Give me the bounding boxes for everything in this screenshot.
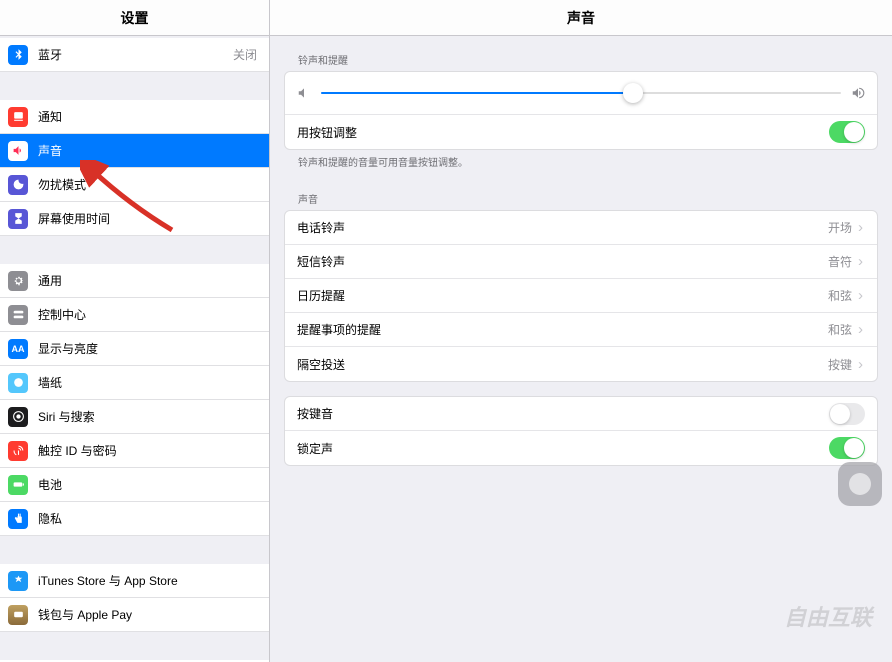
sidebar-item-switches[interactable]: 控制中心 (0, 298, 269, 332)
wallet-icon (8, 605, 28, 625)
setting-label: 日历提醒 (297, 287, 828, 304)
group-header: 铃声和提醒 (284, 46, 878, 71)
sidebar-item-label: 通用 (38, 272, 257, 289)
setting-row[interactable]: 短信铃声音符 (285, 245, 877, 279)
setting-value: 开场 (828, 219, 852, 236)
group-header: 声音 (284, 185, 878, 210)
setting-label: 提醒事项的提醒 (297, 321, 828, 338)
sidebar-item-label: 墙纸 (38, 374, 257, 391)
sidebar-item-label: iTunes Store 与 App Store (38, 572, 257, 589)
sidebar-item-sound[interactable]: 声音 (0, 134, 269, 168)
bluetooth-icon (8, 45, 28, 65)
content-pane: 声音 铃声和提醒 用按钮调整铃声和提醒的音量可用音量按钮调整。声音电话铃声开场短… (270, 0, 892, 662)
sidebar-item-label: 触控 ID 与密码 (38, 442, 257, 459)
hand-icon (8, 509, 28, 529)
setting-label: 按键音 (297, 405, 829, 422)
setting-value: 音符 (828, 253, 852, 270)
sidebar-item-label: 蓝牙 (38, 46, 233, 63)
moon-icon (8, 175, 28, 195)
content-title: 声音 (567, 8, 595, 28)
sidebar-item-label: 声音 (38, 142, 257, 159)
toggle-knob (844, 438, 864, 458)
sidebar-item-notifications[interactable]: 通知 (0, 100, 269, 134)
setting-row[interactable]: 电话铃声开场 (285, 211, 877, 245)
toggle-knob (844, 122, 864, 142)
setting-row[interactable]: 提醒事项的提醒和弦 (285, 313, 877, 347)
sidebar-item-label: Siri 与搜索 (38, 408, 257, 425)
chevron-right-icon (858, 359, 865, 370)
siri-icon (8, 407, 28, 427)
volume-slider-row (285, 72, 877, 115)
hourglass-icon (8, 209, 28, 229)
toggle-knob (830, 404, 850, 424)
aa-icon: AA (8, 339, 28, 359)
setting-label: 电话铃声 (297, 219, 828, 236)
assistive-touch-icon (849, 473, 871, 495)
sidebar-item-label: 钱包与 Apple Pay (38, 606, 257, 623)
sidebar-title: 设置 (121, 8, 149, 28)
setting-value: 和弦 (828, 287, 852, 304)
sidebar-item-hand[interactable]: 隐私 (0, 502, 269, 536)
sidebar-item-moon[interactable]: 勿扰模式 (0, 168, 269, 202)
sidebar-item-bluetooth[interactable]: 蓝牙关闭 (0, 38, 269, 72)
sidebar-item-hourglass[interactable]: 屏幕使用时间 (0, 202, 269, 236)
sidebar-item-label: 显示与亮度 (38, 340, 257, 357)
chevron-right-icon (858, 222, 865, 233)
battery-icon (8, 475, 28, 495)
volume-low-icon (297, 86, 311, 100)
sidebar-item-label: 电池 (38, 476, 257, 493)
sidebar-item-label: 控制中心 (38, 306, 257, 323)
sidebar-item-siri[interactable]: Siri 与搜索 (0, 400, 269, 434)
sidebar-item-appstore[interactable]: iTunes Store 与 App Store (0, 564, 269, 598)
sidebar-item-label: 通知 (38, 108, 257, 125)
assistive-touch-button[interactable] (838, 462, 882, 506)
sidebar-item-status: 关闭 (233, 46, 257, 63)
volume-high-icon (851, 86, 865, 100)
sidebar-item-label: 勿扰模式 (38, 176, 257, 193)
group-footer: 铃声和提醒的音量可用音量按钮调整。 (284, 150, 878, 171)
setting-label: 隔空投送 (297, 356, 828, 373)
sidebar-item-label: 屏幕使用时间 (38, 210, 257, 227)
sidebar-item-battery[interactable]: 电池 (0, 468, 269, 502)
content-header: 声音 (270, 0, 892, 36)
fingerprint-icon (8, 441, 28, 461)
setting-row[interactable]: 用按钮调整 (285, 115, 877, 149)
setting-row[interactable]: 日历提醒和弦 (285, 279, 877, 313)
sidebar-item-label: 隐私 (38, 510, 257, 527)
sidebar-header: 设置 (0, 0, 269, 36)
sidebar-item-wallpaper[interactable]: 墙纸 (0, 366, 269, 400)
setting-row[interactable]: 锁定声 (285, 431, 877, 465)
setting-value: 按键 (828, 356, 852, 373)
wallpaper-icon (8, 373, 28, 393)
setting-row[interactable]: 隔空投送按键 (285, 347, 877, 381)
setting-row[interactable]: 按键音 (285, 397, 877, 431)
appstore-icon (8, 571, 28, 591)
toggle-switch[interactable] (829, 403, 865, 425)
toggle-switch[interactable] (829, 437, 865, 459)
notifications-icon (8, 107, 28, 127)
settings-panel: 电话铃声开场短信铃声音符日历提醒和弦提醒事项的提醒和弦隔空投送按键 (284, 210, 878, 382)
chevron-right-icon (858, 290, 865, 301)
toggle-switch[interactable] (829, 121, 865, 143)
sidebar-item-fingerprint[interactable]: 触控 ID 与密码 (0, 434, 269, 468)
chevron-right-icon (858, 256, 865, 267)
setting-value: 和弦 (828, 321, 852, 338)
slider-thumb[interactable] (623, 83, 643, 103)
sound-icon (8, 141, 28, 161)
sidebar-item-gear[interactable]: 通用 (0, 264, 269, 298)
setting-label: 用按钮调整 (297, 124, 829, 141)
settings-panel: 用按钮调整 (284, 71, 878, 150)
gear-icon (8, 271, 28, 291)
sidebar-item-wallet[interactable]: 钱包与 Apple Pay (0, 598, 269, 632)
switches-icon (8, 305, 28, 325)
sidebar: 设置 蓝牙关闭通知声音勿扰模式屏幕使用时间通用控制中心 AA 显示与亮度墙纸 Siri… (0, 0, 270, 662)
settings-panel: 按键音锁定声 (284, 396, 878, 466)
volume-slider[interactable] (321, 92, 841, 94)
chevron-right-icon (858, 324, 865, 335)
sidebar-item-aa[interactable]: AA 显示与亮度 (0, 332, 269, 366)
setting-label: 锁定声 (297, 440, 829, 457)
setting-label: 短信铃声 (297, 253, 828, 270)
